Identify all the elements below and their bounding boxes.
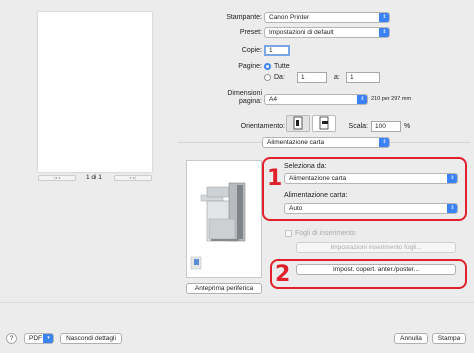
pages-label: Pagine: — [238, 63, 262, 70]
insert-sheets-label: Fogli di inserimento — [295, 230, 356, 237]
pdf-label: PDF — [29, 335, 42, 342]
paper-feed-select[interactable]: Auto ⇕ — [284, 203, 458, 214]
preview-first-button[interactable]: |◂ ◂ — [38, 175, 76, 181]
help-button[interactable]: ? — [6, 333, 17, 344]
last-page-icon: ▸ ▸| — [129, 175, 137, 180]
cover-settings-button[interactable]: Impost. copert. anter./poster... — [296, 264, 456, 275]
popup-arrows-icon: ⇕ — [379, 28, 389, 37]
select-from-select[interactable]: Alimentazione carta ⇕ — [284, 173, 458, 184]
pages-to-label: a: — [334, 74, 340, 81]
select-from-value: Alimentazione carta — [289, 175, 347, 182]
scale-input[interactable]: 100 — [371, 121, 401, 132]
pages-from-input[interactable]: 1 — [297, 72, 327, 83]
popup-arrows-icon: ⇕ — [447, 204, 457, 213]
section-select[interactable]: Alimentazione carta ⇕ — [262, 137, 390, 148]
printer-select[interactable]: Canon Printer ⇕ — [264, 12, 390, 23]
portrait-icon — [293, 116, 303, 130]
device-preview — [186, 160, 262, 278]
pages-to-input[interactable]: 1 — [346, 72, 380, 83]
copies-input[interactable]: 1 — [264, 45, 290, 56]
paper-feed-label: Alimentazione carta: — [284, 192, 348, 199]
popup-arrows-icon: ⇕ — [379, 138, 389, 147]
pages-range-label: Da: — [274, 74, 285, 81]
paper-size-value: A4 — [269, 96, 277, 103]
popup-arrows-icon: ⇕ — [379, 13, 389, 22]
preset-label: Preset: — [239, 29, 262, 36]
device-preview-button[interactable]: Anteprima periferica — [186, 283, 262, 294]
paper-dims: 210 per 297 mm — [371, 96, 412, 102]
footer-divider — [0, 302, 474, 303]
preview-last-button[interactable]: ▸ ▸| — [114, 175, 152, 181]
help-icon: ? — [9, 335, 14, 342]
hide-details-button[interactable]: Nascondi dettagli — [60, 333, 122, 344]
cancel-button[interactable]: Annulla — [394, 333, 428, 344]
page-preview — [38, 12, 152, 172]
callout-number-2: 2 — [275, 262, 291, 287]
printer-label: Stampante: — [226, 14, 262, 21]
orientation-landscape-button[interactable] — [312, 115, 336, 132]
chevron-down-icon: ▾ — [43, 334, 53, 343]
paper-feed-value: Auto — [289, 205, 303, 212]
preset-value: Impostazioni di default — [269, 29, 334, 36]
section-value: Alimentazione carta — [267, 139, 325, 146]
paper-size-select[interactable]: A4 ⇕ — [264, 94, 368, 105]
insert-settings-button[interactable]: Impostazioni inserimento fogli... — [296, 242, 456, 253]
popup-arrows-icon: ⇕ — [447, 174, 457, 183]
first-page-icon: |◂ ◂ — [53, 175, 61, 180]
orientation-label: Orientamento: — [240, 123, 285, 130]
print-button[interactable]: Stampa — [432, 333, 466, 344]
pages-all-label: Tutte — [274, 63, 290, 70]
printer-device-icon — [190, 182, 246, 270]
scale-label: Scala: — [348, 123, 368, 130]
preset-select[interactable]: Impostazioni di default ⇕ — [264, 27, 390, 38]
insert-sheets-checkbox[interactable] — [285, 230, 292, 237]
select-from-label: Seleziona da: — [284, 163, 327, 170]
preview-page-label: 1 di 1 — [86, 174, 102, 181]
orientation-portrait-button[interactable] — [286, 115, 310, 132]
paper-size-label: Dimensioni pagina: — [227, 90, 262, 105]
copies-label: Copie: — [241, 47, 262, 54]
callout-number-1: 1 — [267, 166, 283, 191]
landscape-icon — [319, 116, 329, 130]
scale-unit: % — [404, 123, 411, 130]
pages-all-radio[interactable] — [264, 63, 271, 70]
pages-range-radio[interactable] — [264, 74, 271, 81]
printer-value: Canon Printer — [269, 14, 310, 21]
popup-arrows-icon: ⇕ — [357, 95, 367, 104]
pdf-menu[interactable]: PDF ▾ — [24, 333, 54, 344]
